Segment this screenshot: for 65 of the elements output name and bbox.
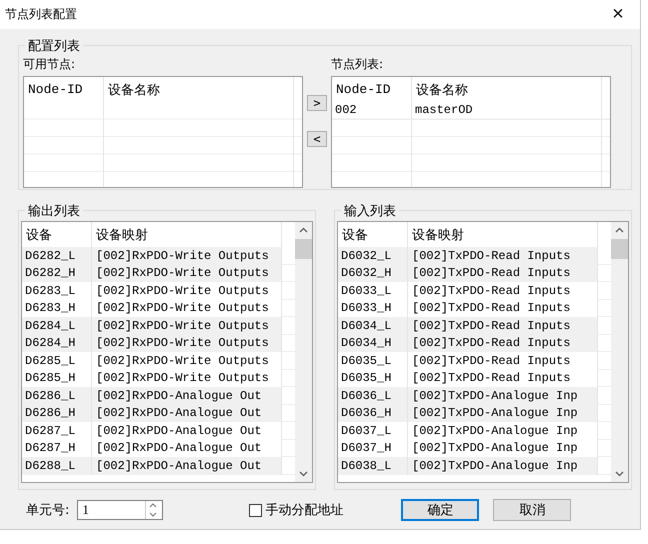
- table-cell: D6286_L: [22, 387, 92, 404]
- table-cell: D6284_L: [22, 317, 92, 334]
- table-cell: [002]RxPDO-Write Outputs: [92, 317, 282, 334]
- table-cell: D6035_L: [338, 352, 408, 370]
- table-cell: [002]TxPDO-Analogue Inp: [408, 404, 598, 422]
- group-title: 输入列表: [341, 202, 399, 220]
- unit-label: 单元号:: [26, 502, 70, 519]
- table-cell: [002]RxPDO-Write Outputs: [92, 264, 282, 282]
- table-cell: masterOD: [412, 102, 602, 120]
- table-cell: [002]RxPDO-Analogue Out: [92, 422, 282, 440]
- table-cell: [002]RxPDO-Analogue Out: [92, 387, 282, 404]
- table-cell: D6037_L: [338, 422, 408, 440]
- table-cell: [002]RxPDO-Analogue Out: [92, 404, 282, 422]
- scrollbar-thumb[interactable]: [295, 239, 312, 259]
- column-header[interactable]: Node-ID: [332, 77, 412, 102]
- table-cell: D6286_H: [22, 404, 92, 422]
- ok-button[interactable]: 确定: [401, 499, 480, 521]
- move-left-button[interactable]: <: [307, 131, 327, 147]
- window-title: 节点列表配置: [5, 6, 77, 23]
- table-cell: D6288_L: [22, 457, 92, 474]
- checkbox-label[interactable]: 手动分配地址: [265, 501, 344, 519]
- available-nodes-list[interactable]: Node-ID 设备名称: [23, 76, 303, 188]
- table-cell: [002]RxPDO-Write Outputs: [92, 282, 282, 300]
- column-header[interactable]: Node-ID: [24, 77, 104, 102]
- table-cell: [002]RxPDO-Write Outputs: [92, 247, 282, 264]
- table-cell: 002: [332, 102, 412, 120]
- table-cell: D6284_H: [22, 334, 92, 352]
- table-cell: D6034_L: [338, 317, 408, 334]
- node-list[interactable]: Node-ID 设备名称 002 masterOD: [331, 76, 611, 188]
- table-cell: D6038_L: [338, 457, 408, 474]
- table-cell: [002]TxPDO-Analogue Inp: [408, 387, 598, 404]
- table-cell: D6283_L: [22, 282, 92, 300]
- table-cell: D6287_L: [22, 422, 92, 440]
- list-label: 可用节点:: [23, 56, 76, 73]
- group-title: 输出列表: [25, 202, 83, 220]
- table-cell: D6032_L: [338, 247, 408, 264]
- scrollbar-thumb[interactable]: [611, 239, 628, 259]
- table-cell: D6285_L: [22, 352, 92, 370]
- table-cell: D6282_L: [22, 247, 92, 264]
- move-right-button[interactable]: >: [307, 95, 327, 111]
- group-title: 配置列表: [25, 37, 83, 55]
- table-cell: D6282_H: [22, 264, 92, 282]
- column-header[interactable]: 设备名称: [412, 77, 602, 102]
- table-cell: D6032_H: [338, 264, 408, 282]
- table-cell: D6036_L: [338, 387, 408, 404]
- close-button[interactable]: ×: [596, 0, 640, 29]
- table-cell: [002]RxPDO-Write Outputs: [92, 352, 282, 370]
- table-cell: [002]RxPDO-Analogue Out: [92, 457, 282, 474]
- table-cell: D6036_H: [338, 404, 408, 422]
- column-header[interactable]: 设备名称: [104, 77, 294, 102]
- table-cell: [002]TxPDO-Read Inputs: [408, 334, 598, 352]
- table-cell: [002]TxPDO-Analogue Inp: [408, 422, 598, 440]
- table-cell: [002]TxPDO-Read Inputs: [408, 317, 598, 334]
- checkbox[interactable]: [249, 504, 262, 516]
- table-cell: [002]TxPDO-Read Inputs: [408, 247, 598, 264]
- cancel-button[interactable]: 取消: [493, 499, 572, 521]
- table-cell: [002]RxPDO-Write Outputs: [92, 334, 282, 352]
- table-cell: [002]TxPDO-Read Inputs: [408, 264, 598, 282]
- unit-spinbox[interactable]: 1: [77, 500, 164, 520]
- table-cell: [002]TxPDO-Read Inputs: [408, 352, 598, 370]
- list-label: 节点列表:: [331, 56, 384, 73]
- table-cell: D6034_H: [338, 334, 408, 352]
- table-cell: [002]TxPDO-Read Inputs: [408, 282, 598, 300]
- table-cell: [002]TxPDO-Analogue Inp: [408, 457, 598, 474]
- table-cell: D6033_L: [338, 282, 408, 300]
